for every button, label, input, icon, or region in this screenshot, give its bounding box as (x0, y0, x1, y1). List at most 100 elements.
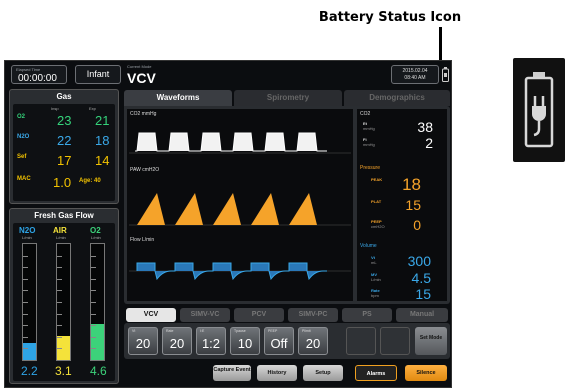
mode-button-ps[interactable]: PS (342, 308, 392, 322)
setting-tpause[interactable]: Tpause 10 (230, 327, 260, 355)
mode-button-simv-vc[interactable]: SIMV-VC (180, 308, 230, 322)
setting-label: Plimit (302, 329, 311, 333)
gas-table: Insp Exp O2 23 21 N2O 22 18 Sef 17 14 MA… (13, 104, 115, 201)
flow-unit: L/min (91, 235, 101, 240)
mode-button-vcv[interactable]: VCV (126, 308, 176, 322)
flow-tick (57, 290, 62, 292)
volume-section-title: Volume (360, 243, 377, 249)
tab-waveforms[interactable]: Waveforms (124, 90, 232, 106)
flow-tick (91, 290, 96, 292)
setting-rate[interactable]: Rate 20 (162, 327, 192, 355)
battery-status-icon (442, 67, 449, 82)
setting-plimit[interactable]: Plimit 20 (298, 327, 328, 355)
setting-ie[interactable]: I:E 1:2 (196, 327, 226, 355)
flow-tube (22, 243, 37, 361)
numeric-readouts: CO2 Et mmHg 38 Fi mmHg 2 Pressure PEAK 1… (357, 109, 447, 302)
rate-value: 15 (415, 286, 431, 302)
flow-name: O2 (90, 226, 101, 235)
setting-label: Vt (132, 329, 136, 333)
et-co2-unit: mmHg (363, 126, 375, 131)
flow-tick (91, 255, 96, 257)
tab-spirometry[interactable]: Spirometry (234, 90, 342, 106)
history-button[interactable]: History (257, 365, 297, 381)
plat-label: PLAT (371, 199, 382, 204)
flow-tick (57, 267, 62, 269)
set-mode-button[interactable]: Set Mode (415, 327, 447, 355)
flow-tick (91, 267, 96, 269)
pressure-section-title: Pressure (360, 165, 381, 171)
flow-name: AIR (53, 226, 67, 235)
flowmeters: N2O L/min 2.2 AIR L/min 3.1 O2 L/min 4.6 (13, 223, 115, 381)
battery-zoom-panel (513, 58, 565, 162)
tab-demographics[interactable]: Demographics (344, 90, 450, 106)
setting-slot-empty (380, 327, 410, 355)
silence-button[interactable]: Silence (405, 365, 447, 381)
flow-fill (91, 324, 104, 360)
flow-unit: L/min (22, 235, 32, 240)
mv-unit: L/min (371, 277, 381, 282)
setting-value: 20 (305, 336, 321, 351)
setting-label: PEEP (268, 329, 278, 333)
gas-name: N2O (17, 134, 30, 140)
flow-wave-title: Flow L/min (130, 237, 155, 243)
gas-insp-value: 22 (57, 133, 72, 148)
gas-panel: Gas Insp Exp O2 23 21 N2O 22 18 Sef 17 1… (9, 89, 119, 204)
current-mode-value: VCV (127, 70, 156, 86)
flow-tick (57, 313, 62, 315)
setting-vt[interactable]: Vt 20 (128, 327, 158, 355)
mac-label: MAC (17, 176, 31, 182)
rate-unit: bpm (371, 293, 379, 298)
gas-name: O2 (17, 114, 26, 120)
gas-row-o2: O2 23 21 (13, 112, 115, 130)
flow-tick (91, 336, 96, 338)
flow-tick (57, 255, 62, 257)
patient-type-button[interactable]: Infant (75, 65, 121, 84)
flow-fill (23, 342, 36, 360)
setting-value: Off (270, 336, 288, 351)
flow-unit: L/min (56, 235, 66, 240)
flow-tick (23, 278, 28, 280)
flow-tick (23, 255, 28, 257)
flow-tick (57, 336, 62, 338)
mode-button-pcv[interactable]: PCV (234, 308, 284, 322)
fresh-gas-flow-title: Fresh Gas Flow (34, 211, 94, 220)
settings-row: Vt 20 Rate 20 I:E 1:2 Tpause 10 PEEP Off… (124, 323, 450, 359)
flow-tick (23, 313, 28, 315)
mode-button-manual[interactable]: Manual (396, 308, 448, 322)
setting-value: 20 (169, 336, 185, 351)
capture-event-button[interactable]: Capture Event (213, 365, 251, 381)
gas-insp-header: Insp (51, 106, 59, 111)
setting-label: I:E (200, 329, 205, 333)
setting-peep[interactable]: PEEP Off (264, 327, 294, 355)
elapsed-time-label: Elapsed Time (16, 67, 41, 72)
top-bar: Elapsed Time 00:00:00 Infant Current Mod… (5, 61, 451, 87)
fi-co2-value: 2 (425, 135, 433, 151)
flow-value: 3.1 (55, 364, 72, 378)
vt-unit: mL (371, 260, 377, 265)
setting-value: 20 (135, 336, 151, 351)
co2-waveform (129, 132, 351, 154)
alarms-button[interactable]: Alarms (355, 365, 397, 381)
gas-exp-value: 21 (95, 113, 110, 128)
paw-waveform (129, 193, 351, 226)
flow-tick (23, 348, 28, 350)
flow-tick (57, 278, 62, 280)
waveform-graphs: CO2 mmHg PAW cmH2O Flow L/min (127, 109, 353, 301)
flow-tick (23, 325, 28, 327)
plat-value: 15 (405, 197, 421, 213)
time-text: 08:40 AM (404, 75, 426, 81)
et-co2-value: 38 (417, 119, 433, 135)
current-mode-label: Current Mode (127, 64, 152, 69)
setup-button[interactable]: Setup (303, 365, 343, 381)
flow-tick (91, 313, 96, 315)
gas-exp-header: Exp (89, 106, 96, 111)
flow-tick (23, 290, 28, 292)
elapsed-time-value: 00:00:00 (18, 73, 57, 84)
mode-button-simv-pc[interactable]: SIMV-PC (288, 308, 338, 322)
gas-row-n2o: N2O 22 18 (13, 132, 115, 150)
flow-tube (56, 243, 71, 361)
age-label: Age: 40 (79, 178, 101, 184)
battery-plug-icon (524, 72, 554, 148)
flow-value: 4.6 (90, 364, 107, 378)
waveforms-panel: CO2 mmHg PAW cmH2O Flow L/min CO2 Et mmH… (124, 106, 450, 304)
